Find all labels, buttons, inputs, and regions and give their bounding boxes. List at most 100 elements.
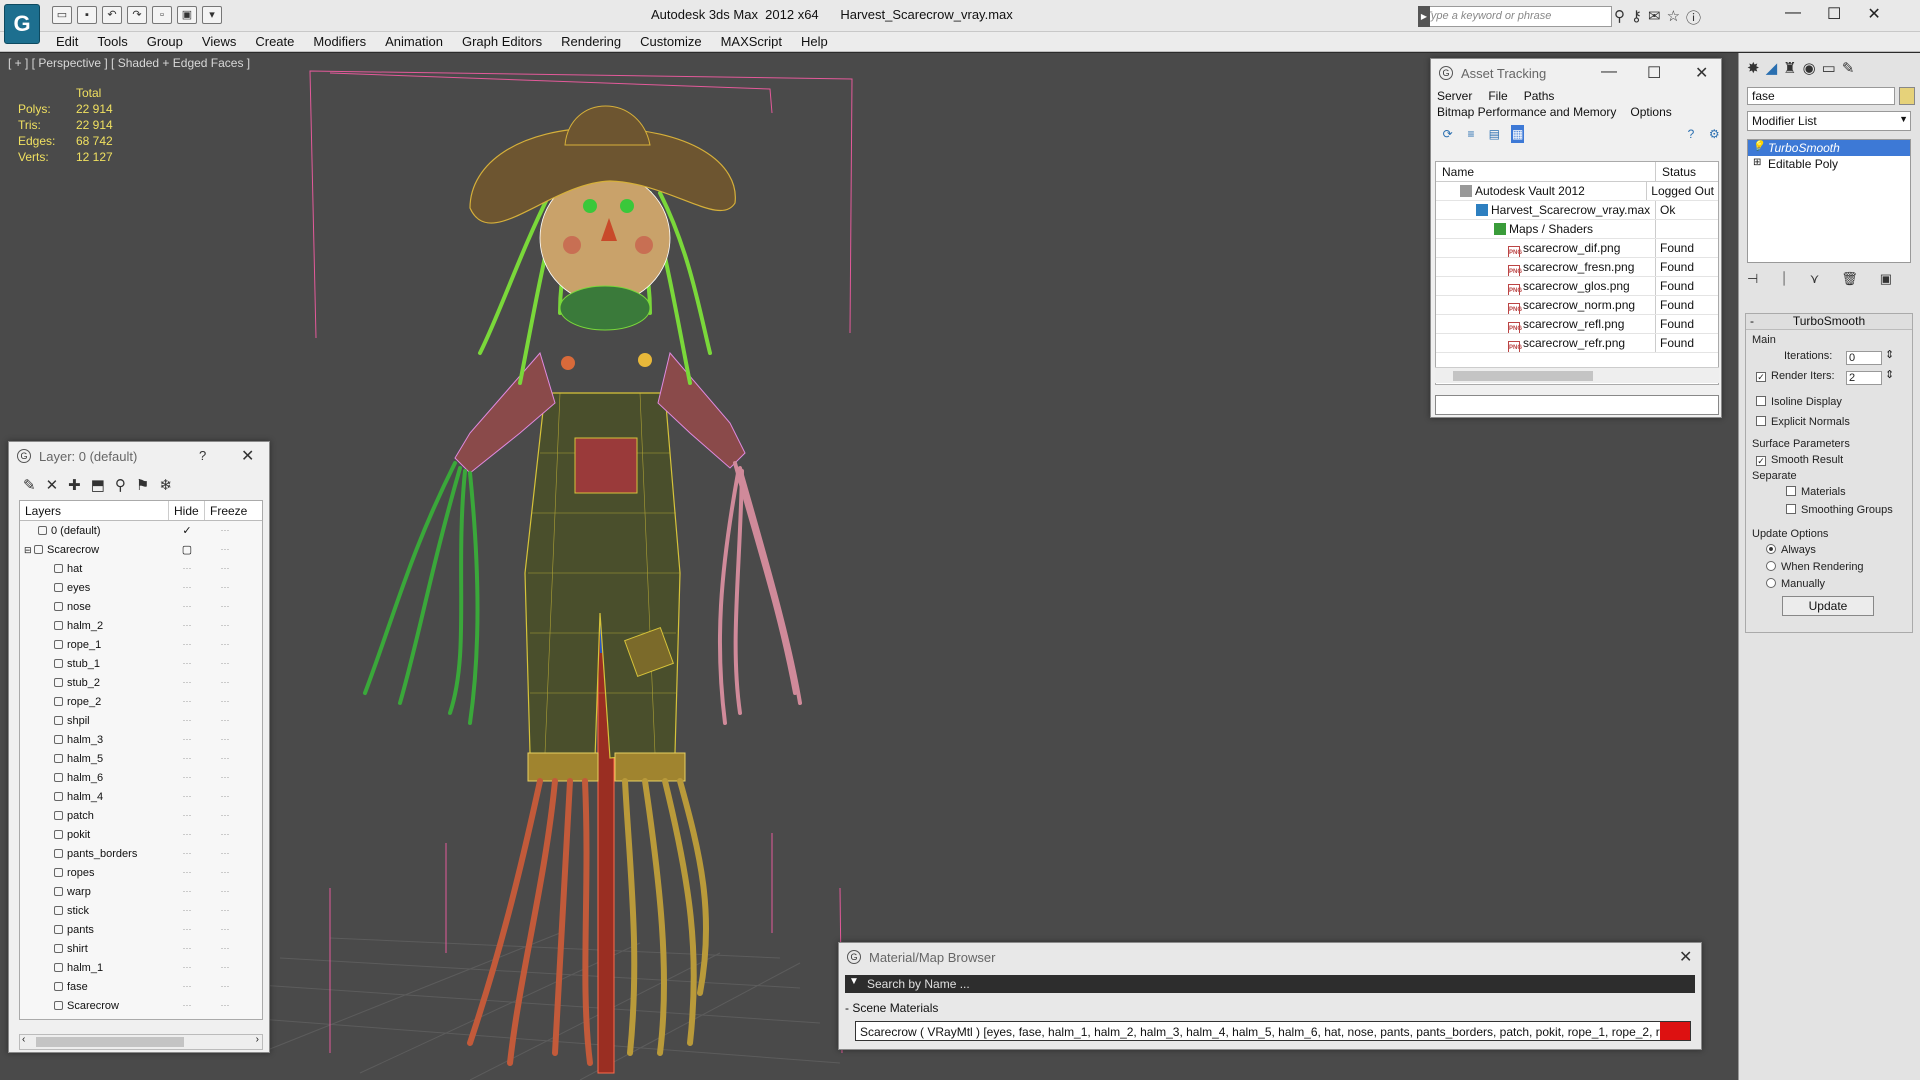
open-file-icon[interactable]: ▭ — [52, 6, 72, 24]
layer-row[interactable]: nose ⋯ ⋯ — [20, 597, 262, 616]
modify-tab-icon[interactable]: ◢ — [1766, 59, 1778, 83]
smooth-result-checkbox[interactable]: ✓ Smooth Result — [1756, 454, 1843, 466]
layer-row[interactable]: shirt ⋯ ⋯ — [20, 939, 262, 958]
hide-toggle[interactable]: ⋯ — [169, 563, 205, 574]
hide-toggle[interactable]: ⋯ — [169, 734, 205, 745]
turbosmooth-rollout-header[interactable]: - TurboSmooth — [1746, 314, 1912, 330]
layer-row[interactable]: stick ⋯ ⋯ — [20, 901, 262, 920]
freeze-toggle[interactable]: ⋯ — [205, 601, 245, 612]
hide-toggle[interactable]: ⋯ — [169, 772, 205, 783]
menu-animation[interactable]: Animation — [385, 32, 458, 51]
asset-row[interactable]: PNGscarecrow_fresn.png Found — [1436, 258, 1718, 277]
options-dropdown-icon[interactable]: ▼ — [849, 976, 859, 987]
search-expand-icon[interactable]: ▶ — [1418, 6, 1430, 27]
hide-toggle[interactable]: ⋯ — [169, 981, 205, 992]
freeze-toggle[interactable]: ⋯ — [205, 715, 245, 726]
display-tab-icon[interactable]: ▭ — [1822, 59, 1836, 83]
hide-toggle[interactable]: ⋯ — [169, 905, 205, 916]
save-file-icon[interactable]: ▪ — [77, 6, 97, 24]
layer-row[interactable]: halm_6 ⋯ ⋯ — [20, 768, 262, 787]
layer-row[interactable]: ropes ⋯ ⋯ — [20, 863, 262, 882]
motion-tab-icon[interactable]: ◉ — [1803, 59, 1816, 83]
hide-toggle[interactable]: ⋯ — [169, 753, 205, 764]
column-layers[interactable]: Layers — [20, 501, 169, 520]
binoculars-icon[interactable]: ⚲ — [1614, 7, 1625, 28]
layer-row[interactable]: stub_2 ⋯ ⋯ — [20, 673, 262, 692]
freeze-toggle[interactable]: ⋯ — [205, 962, 245, 973]
hide-toggle[interactable]: ⋯ — [169, 582, 205, 593]
asset-row[interactable]: Autodesk Vault 2012 Logged Out — [1436, 182, 1718, 201]
favorites-icon[interactable]: ☆ — [1667, 7, 1680, 28]
highlight-layer-icon[interactable]: ⚲ — [115, 476, 126, 500]
maximize-icon[interactable]: ☐ — [1647, 63, 1661, 83]
hide-toggle[interactable]: ⋯ — [169, 639, 205, 650]
asset-tracking-titlebar[interactable]: G Asset Tracking — ☐ ✕ — [1431, 59, 1721, 87]
menu-bitmap-performance[interactable]: Bitmap Performance and Memory — [1437, 105, 1616, 119]
render-iters-value[interactable]: 2 — [1846, 371, 1882, 385]
modifier-list-dropdown[interactable]: Modifier List ▼ — [1747, 111, 1911, 131]
add-to-layer-icon[interactable]: ✚ — [68, 476, 81, 500]
material-browser-titlebar[interactable]: G Material/Map Browser ✕ — [839, 943, 1701, 971]
freeze-toggle[interactable]: ⋯ — [205, 810, 245, 821]
layer-horizontal-scrollbar[interactable]: ‹ › — [19, 1034, 263, 1050]
maximize-icon[interactable]: ☐ — [1827, 4, 1841, 24]
column-hide[interactable]: Hide — [169, 501, 205, 520]
menu-create[interactable]: Create — [255, 32, 309, 51]
freeze-toggle[interactable]: ⋯ — [205, 924, 245, 935]
delete-layer-icon[interactable]: ✕ — [46, 476, 59, 500]
menu-server[interactable]: Server — [1437, 89, 1472, 103]
undo-icon[interactable]: ↶ — [102, 6, 122, 24]
freeze-toggle[interactable]: ⋯ — [205, 525, 245, 536]
hide-toggle[interactable]: ⋯ — [169, 810, 205, 821]
scene-materials-group[interactable]: - Scene Materials — [845, 1001, 938, 1015]
make-unique-icon[interactable]: ⋎ — [1810, 271, 1820, 287]
quick-access-dropdown-icon[interactable]: ▾ — [202, 6, 222, 24]
refresh-icon[interactable]: ⟳ — [1441, 125, 1454, 143]
freeze-toggle[interactable]: ⋯ — [205, 791, 245, 802]
expand-icon[interactable]: ⊞ — [1753, 157, 1761, 168]
hide-toggle[interactable]: ⋯ — [169, 848, 205, 859]
freeze-toggle[interactable]: ⋯ — [205, 772, 245, 783]
help-icon[interactable]: ⓘ — [1686, 7, 1701, 28]
iterations-spinner[interactable]: 0 ⇕ — [1846, 348, 1894, 365]
iterations-value[interactable]: 0 — [1846, 351, 1882, 365]
configure-sets-icon[interactable]: ▣ — [1880, 271, 1892, 287]
material-search-input[interactable]: Search by Name ... — [845, 975, 1695, 993]
menu-modifiers[interactable]: Modifiers — [313, 32, 381, 51]
isoline-display-checkbox[interactable]: Isoline Display — [1756, 396, 1842, 408]
project-folder-icon[interactable]: ▣ — [177, 6, 197, 24]
hide-toggle[interactable]: ⋯ — [169, 715, 205, 726]
freeze-toggle[interactable]: ⋯ — [205, 886, 245, 897]
hold-icon[interactable]: ▫ — [152, 6, 172, 24]
close-icon[interactable]: ✕ — [1867, 4, 1880, 24]
menu-file[interactable]: File — [1488, 89, 1507, 103]
list-view-icon[interactable]: ≡ — [1464, 125, 1477, 143]
lightbulb-icon[interactable]: 💡 — [1752, 141, 1764, 152]
layer-row[interactable]: halm_3 ⋯ ⋯ — [20, 730, 262, 749]
asset-horizontal-scrollbar[interactable] — [1435, 367, 1719, 383]
scroll-right-icon[interactable]: › — [256, 1034, 259, 1045]
menu-paths[interactable]: Paths — [1524, 89, 1555, 103]
application-button[interactable]: G — [4, 4, 40, 44]
layer-row[interactable]: eyes ⋯ ⋯ — [20, 578, 262, 597]
update-button[interactable]: Update — [1782, 596, 1874, 616]
menu-help[interactable]: Help — [801, 32, 843, 51]
layer-row[interactable]: hat ⋯ ⋯ — [20, 559, 262, 578]
layer-row[interactable]: rope_1 ⋯ ⋯ — [20, 635, 262, 654]
object-name-field[interactable]: fase — [1747, 87, 1895, 105]
menu-maxscript[interactable]: MAXScript — [721, 32, 797, 51]
hide-all-icon[interactable]: ⚑ — [136, 476, 149, 500]
keyword-search-input[interactable]: Type a keyword or phrase — [1418, 6, 1612, 27]
layer-row[interactable]: halm_4 ⋯ ⋯ — [20, 787, 262, 806]
layer-row[interactable]: 0 (default) ✓ ⋯ — [20, 521, 262, 540]
freeze-toggle[interactable]: ⋯ — [205, 981, 245, 992]
freeze-toggle[interactable]: ⋯ — [205, 639, 245, 650]
layer-row[interactable]: pants_borders ⋯ ⋯ — [20, 844, 262, 863]
stack-item-turbosmooth[interactable]: 💡 TurboSmooth — [1748, 140, 1910, 156]
layer-row[interactable]: ⊟ Scarecrow ▢ ⋯ — [20, 540, 262, 559]
freeze-toggle[interactable]: ⋯ — [205, 848, 245, 859]
asset-row[interactable]: PNGscarecrow_norm.png Found — [1436, 296, 1718, 315]
render-iters-checkbox[interactable]: ✓ Render Iters: — [1756, 370, 1835, 382]
close-icon[interactable]: ✕ — [1695, 63, 1708, 83]
freeze-all-icon[interactable]: ❄ — [159, 476, 172, 500]
